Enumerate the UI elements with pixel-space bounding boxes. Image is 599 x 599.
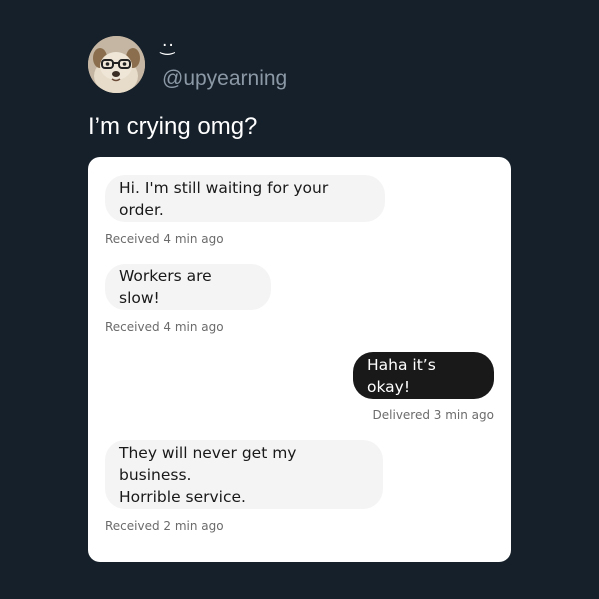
message-status: Received 4 min ago: [105, 320, 224, 334]
avatar[interactable]: [88, 36, 145, 93]
chat-screenshot-card: Hi. I'm still waiting for your order. Re…: [88, 157, 511, 562]
message-bubble-received: Workers are slow!: [105, 264, 271, 310]
message-text: Haha it’s okay!: [367, 355, 436, 396]
message-status: Delivered 3 min ago: [372, 408, 494, 422]
user-handle[interactable]: @upyearning: [162, 66, 287, 92]
message-bubble-received: They will never get my business. Horribl…: [105, 440, 383, 509]
message-text: They will never get my business. Horribl…: [119, 443, 297, 506]
tweet-text: I’m crying omg?: [88, 113, 258, 140]
message-status: Received 2 min ago: [105, 519, 224, 533]
message-text: Workers are slow!: [119, 267, 212, 307]
message-status: Received 4 min ago: [105, 232, 224, 246]
message-text: Hi. I'm still waiting for your order.: [119, 178, 329, 219]
message-bubble-sent: Haha it’s okay!: [353, 352, 494, 399]
message-bubble-received: Hi. I'm still waiting for your order.: [105, 175, 385, 222]
dog-avatar-icon: [88, 36, 145, 93]
display-name[interactable]: ·͜·: [162, 36, 175, 56]
